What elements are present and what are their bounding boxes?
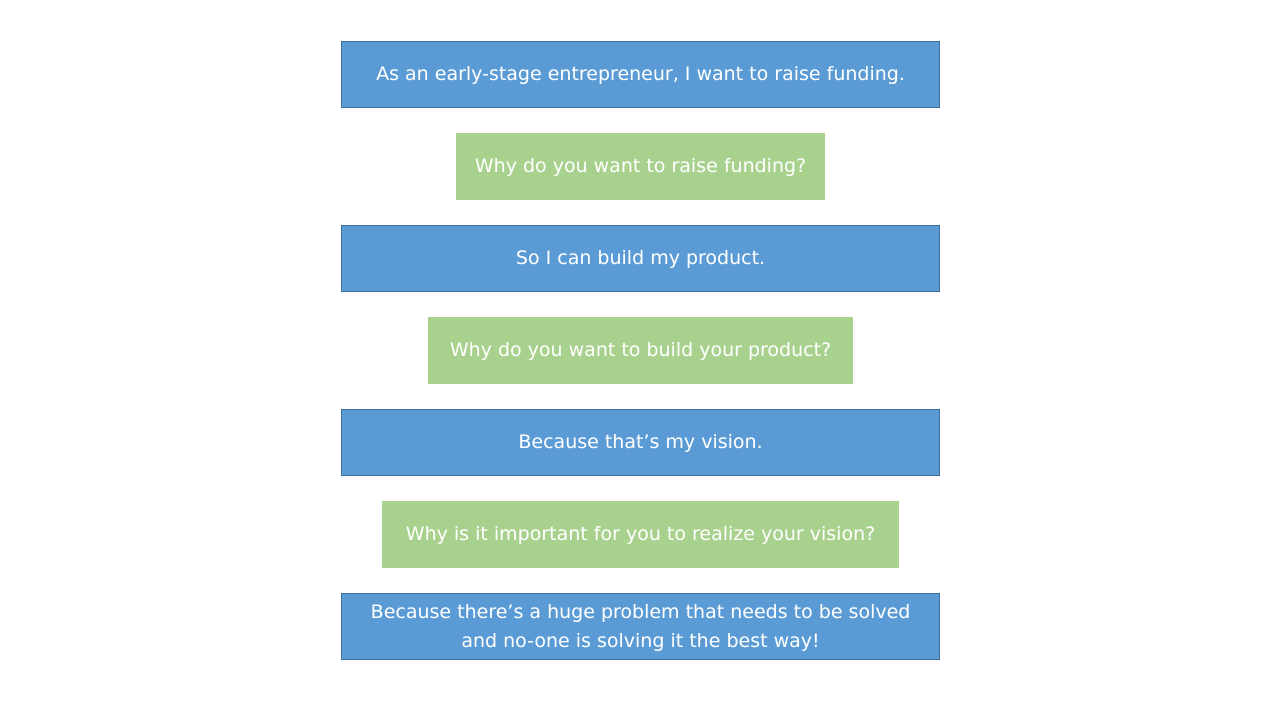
question-text-3: Why is it important for you to realize y… bbox=[405, 523, 876, 545]
statement-box-1: As an early-stage entrepreneur, I want t… bbox=[341, 41, 940, 108]
statement-box-2: So I can build my product. bbox=[341, 225, 940, 292]
statement-text-2: So I can build my product. bbox=[515, 247, 766, 269]
question-text-1: Why do you want to raise funding? bbox=[474, 155, 807, 177]
five-whys-slide: As an early-stage entrepreneur, I want t… bbox=[0, 0, 1280, 720]
statement-text-1: As an early-stage entrepreneur, I want t… bbox=[376, 63, 905, 85]
question-box-3: Why is it important for you to realize y… bbox=[382, 501, 899, 568]
question-box-1: Why do you want to raise funding? bbox=[456, 133, 825, 200]
question-box-2: Why do you want to build your product? bbox=[428, 317, 853, 384]
statement-text-4: Because there’s a huge problem that need… bbox=[370, 600, 911, 652]
statement-box-3: Because that’s my vision. bbox=[341, 409, 940, 476]
statement-box-4: Because there’s a huge problem that need… bbox=[341, 593, 940, 660]
statement-text-3: Because that’s my vision. bbox=[518, 431, 763, 453]
question-text-2: Why do you want to build your product? bbox=[449, 339, 832, 361]
